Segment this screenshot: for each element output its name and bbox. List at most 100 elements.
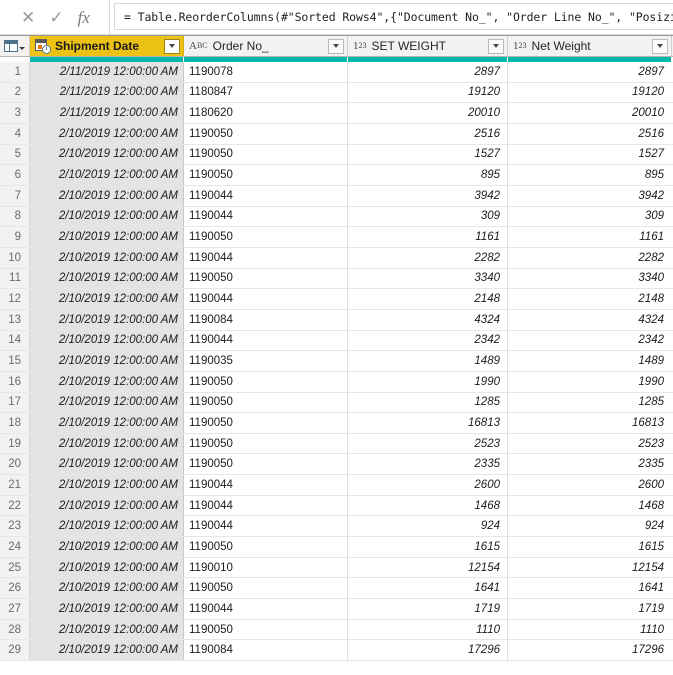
set-weight-cell[interactable]: 2282 [348, 247, 508, 268]
net-weight-cell[interactable]: 1641 [508, 578, 672, 599]
set-weight-cell[interactable]: 3340 [348, 268, 508, 289]
shipment-date-cell[interactable]: 2/10/2019 12:00:00 AM [30, 371, 184, 392]
order-no-cell[interactable]: 1190035 [184, 351, 348, 371]
close-icon[interactable]: ✕ [21, 9, 35, 26]
order-no-cell[interactable]: 1190050 [184, 537, 348, 557]
table-row[interactable]: 14 2/10/2019 12:00:00 AM 1190044 2342 2342 [0, 330, 673, 352]
net-weight-cell[interactable]: 19120 [508, 82, 672, 103]
order-no-cell[interactable]: 1190050 [184, 619, 348, 640]
order-no-cell[interactable]: 1190010 [184, 557, 348, 578]
order-no-cell[interactable]: 1190044 [184, 599, 348, 619]
table-row[interactable]: 1 2/11/2019 12:00:00 AM 1190078 2897 2897 [0, 62, 673, 83]
order-no-cell[interactable]: 1190050 [184, 144, 348, 165]
net-weight-cell[interactable]: 2335 [508, 454, 672, 475]
net-weight-cell[interactable]: 924 [508, 516, 672, 537]
set-weight-cell[interactable]: 309 [348, 206, 508, 227]
order-no-cell[interactable]: 1190078 [184, 62, 348, 82]
shipment-date-cell[interactable]: 2/10/2019 12:00:00 AM [30, 495, 184, 516]
set-weight-cell[interactable]: 12154 [348, 557, 508, 578]
order-no-cell[interactable]: 1190050 [184, 413, 348, 433]
net-weight-cell[interactable]: 17296 [508, 640, 672, 661]
set-weight-cell[interactable]: 2148 [348, 289, 508, 309]
column-header-order-no[interactable]: ABC Order No_ [184, 36, 348, 56]
net-weight-cell[interactable]: 1615 [508, 537, 672, 557]
set-weight-cell[interactable]: 17296 [348, 640, 508, 661]
set-weight-cell[interactable]: 924 [348, 516, 508, 537]
table-row[interactable]: 6 2/10/2019 12:00:00 AM 1190050 895 895 [0, 165, 673, 186]
set-weight-cell[interactable]: 1110 [348, 619, 508, 640]
set-weight-cell[interactable]: 1161 [348, 227, 508, 247]
set-weight-cell[interactable]: 4324 [348, 309, 508, 330]
table-row[interactable]: 8 2/10/2019 12:00:00 AM 1190044 309 309 [0, 206, 673, 228]
filter-dropdown-net-weight[interactable] [652, 38, 668, 54]
net-weight-cell[interactable]: 2282 [508, 247, 672, 268]
shipment-date-cell[interactable]: 2/10/2019 12:00:00 AM [30, 351, 184, 371]
shipment-date-cell[interactable]: 2/10/2019 12:00:00 AM [30, 392, 184, 413]
order-no-cell[interactable]: 1180847 [184, 82, 348, 103]
shipment-date-cell[interactable]: 2/10/2019 12:00:00 AM [30, 640, 184, 661]
shipment-date-cell[interactable]: 2/10/2019 12:00:00 AM [30, 454, 184, 475]
shipment-date-cell[interactable]: 2/10/2019 12:00:00 AM [30, 309, 184, 330]
net-weight-cell[interactable]: 1990 [508, 371, 672, 392]
table-row[interactable]: 21 2/10/2019 12:00:00 AM 1190044 2600 2600 [0, 475, 673, 496]
shipment-date-cell[interactable]: 2/11/2019 12:00:00 AM [30, 62, 184, 82]
net-weight-cell[interactable]: 1527 [508, 144, 672, 165]
order-no-cell[interactable]: 1190084 [184, 640, 348, 661]
net-weight-cell[interactable]: 2148 [508, 289, 672, 309]
set-weight-cell[interactable]: 2335 [348, 454, 508, 475]
set-weight-cell[interactable]: 2600 [348, 475, 508, 495]
table-row[interactable]: 25 2/10/2019 12:00:00 AM 1190010 12154 12154 [0, 557, 673, 579]
shipment-date-cell[interactable]: 2/10/2019 12:00:00 AM [30, 433, 184, 454]
order-no-cell[interactable]: 1190050 [184, 392, 348, 413]
shipment-date-cell[interactable]: 2/10/2019 12:00:00 AM [30, 227, 184, 247]
shipment-date-cell[interactable]: 2/10/2019 12:00:00 AM [30, 599, 184, 619]
table-row[interactable]: 19 2/10/2019 12:00:00 AM 1190050 2523 2523 [0, 433, 673, 455]
net-weight-cell[interactable]: 12154 [508, 557, 672, 578]
net-weight-cell[interactable]: 1110 [508, 619, 672, 640]
shipment-date-cell[interactable]: 2/10/2019 12:00:00 AM [30, 619, 184, 640]
net-weight-cell[interactable]: 895 [508, 165, 672, 185]
table-row[interactable]: 11 2/10/2019 12:00:00 AM 1190050 3340 3340 [0, 268, 673, 290]
set-weight-cell[interactable]: 20010 [348, 103, 508, 123]
filter-dropdown-order-no[interactable] [328, 38, 344, 54]
formula-input[interactable]: = Table.ReorderColumns(#"Sorted Rows4",{… [114, 3, 673, 30]
order-no-cell[interactable]: 1190050 [184, 371, 348, 392]
order-no-cell[interactable]: 1190044 [184, 247, 348, 268]
filter-dropdown-shipment-date[interactable] [164, 38, 180, 54]
net-weight-cell[interactable]: 16813 [508, 413, 672, 433]
shipment-date-cell[interactable]: 2/10/2019 12:00:00 AM [30, 185, 184, 206]
order-no-cell[interactable]: 1190044 [184, 185, 348, 206]
shipment-date-cell[interactable]: 2/11/2019 12:00:00 AM [30, 82, 184, 103]
table-row[interactable]: 28 2/10/2019 12:00:00 AM 1190050 1110 1110 [0, 619, 673, 641]
set-weight-cell[interactable]: 1990 [348, 371, 508, 392]
table-row[interactable]: 2 2/11/2019 12:00:00 AM 1180847 19120 19120 [0, 82, 673, 104]
net-weight-cell[interactable]: 309 [508, 206, 672, 227]
order-no-cell[interactable]: 1190050 [184, 578, 348, 599]
set-weight-cell[interactable]: 2523 [348, 433, 508, 454]
checkmark-icon[interactable]: ✓ [49, 9, 63, 26]
shipment-date-cell[interactable]: 2/10/2019 12:00:00 AM [30, 475, 184, 495]
net-weight-cell[interactable]: 2897 [508, 62, 672, 82]
shipment-date-cell[interactable]: 2/11/2019 12:00:00 AM [30, 103, 184, 123]
order-no-cell[interactable]: 1190044 [184, 495, 348, 516]
set-weight-cell[interactable]: 1527 [348, 144, 508, 165]
set-weight-cell[interactable]: 1615 [348, 537, 508, 557]
order-no-cell[interactable]: 1190050 [184, 433, 348, 454]
net-weight-cell[interactable]: 2342 [508, 330, 672, 351]
shipment-date-cell[interactable]: 2/10/2019 12:00:00 AM [30, 247, 184, 268]
net-weight-cell[interactable]: 2600 [508, 475, 672, 495]
net-weight-cell[interactable]: 1468 [508, 495, 672, 516]
order-no-cell[interactable]: 1180620 [184, 103, 348, 123]
set-weight-cell[interactable]: 1489 [348, 351, 508, 371]
table-row[interactable]: 4 2/10/2019 12:00:00 AM 1190050 2516 2516 [0, 123, 673, 145]
order-no-cell[interactable]: 1190044 [184, 475, 348, 495]
set-weight-cell[interactable]: 3942 [348, 185, 508, 206]
net-weight-cell[interactable]: 1285 [508, 392, 672, 413]
net-weight-cell[interactable]: 4324 [508, 309, 672, 330]
order-no-cell[interactable]: 1190050 [184, 268, 348, 289]
table-row[interactable]: 16 2/10/2019 12:00:00 AM 1190050 1990 1990 [0, 371, 673, 393]
table-row[interactable]: 26 2/10/2019 12:00:00 AM 1190050 1641 1641 [0, 578, 673, 600]
set-weight-cell[interactable]: 1285 [348, 392, 508, 413]
order-no-cell[interactable]: 1190044 [184, 206, 348, 227]
filter-dropdown-set-weight[interactable] [488, 38, 504, 54]
